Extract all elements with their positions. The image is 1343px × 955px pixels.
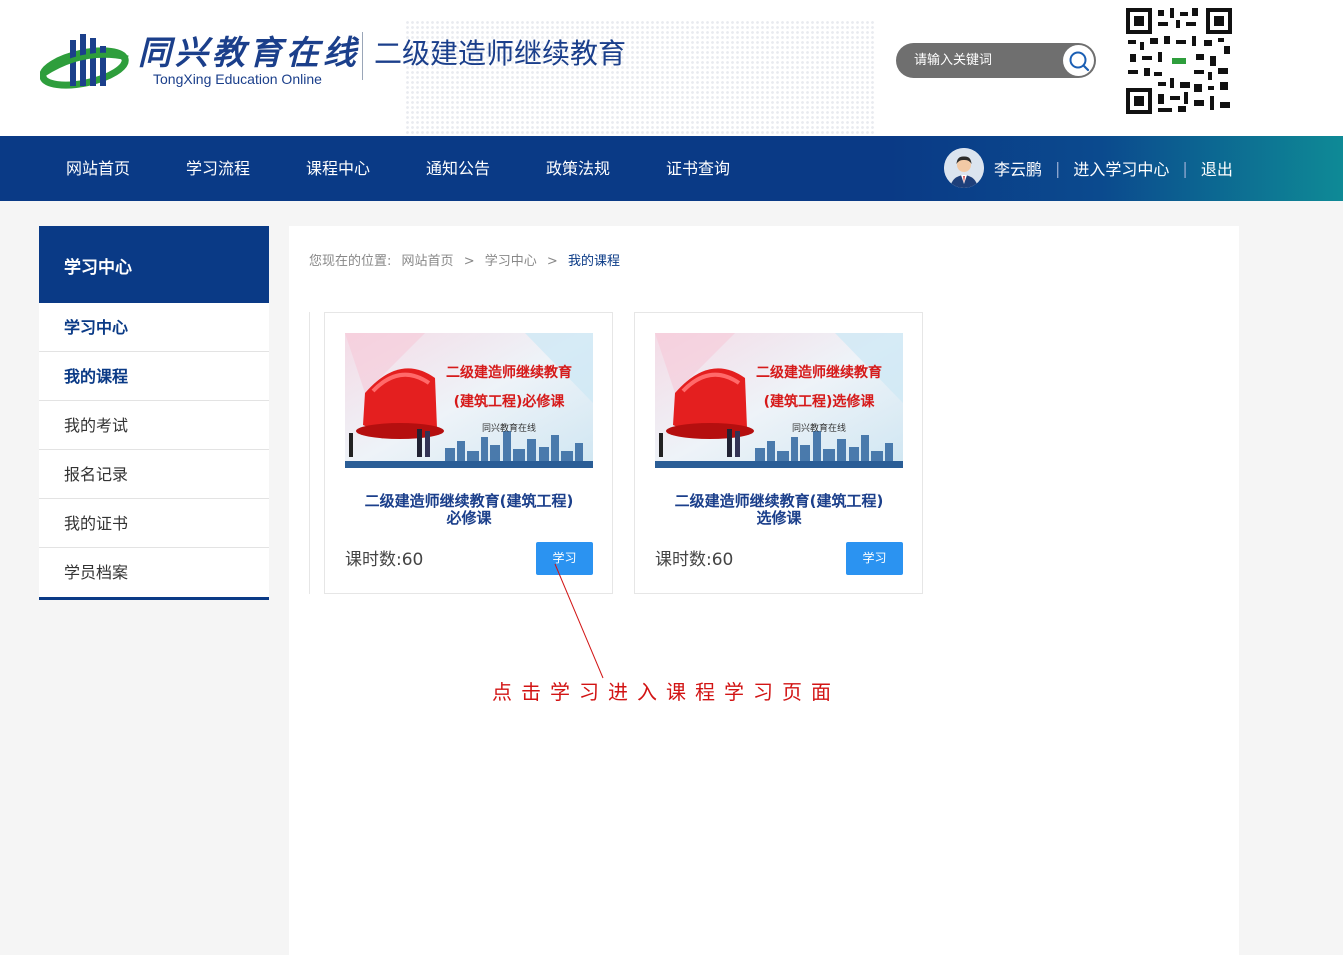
enter-learning-center-link[interactable]: 进入学习中心 [1073,156,1169,180]
nav-policies[interactable]: 政策法规 [546,136,610,201]
avatar-icon [944,148,984,188]
site-logo[interactable]: 同兴教育在线 TongXing Education Online [40,26,356,96]
nav-home[interactable]: 网站首页 [66,136,130,201]
header: 同兴教育在线 TongXing Education Online 二级建造师继续… [0,0,1343,136]
separator: | [1182,158,1188,178]
sidebar-item-learning-center[interactable]: 学习中心 [39,303,269,352]
sidebar: 学习中心 学习中心 我的课程 我的考试 报名记录 我的证书 学员档案 [39,226,269,600]
nav-study-process[interactable]: 学习流程 [186,136,250,201]
nav-notices[interactable]: 通知公告 [426,136,490,201]
main-nav: 网站首页 学习流程 课程中心 通知公告 政策法规 证书查询 李云鹏 | 进入学习… [0,136,1343,201]
user-area: 李云鹏 | 进入学习中心 | 退出 [944,148,1233,188]
sidebar-item-registration-records[interactable]: 报名记录 [39,450,269,499]
logo-english-name: TongXing Education Online [153,71,322,87]
main-content: 您现在的位置: 网站首页 > 学习中心 > 我的课程 二级建造师继续教育 (建筑… [289,226,1239,955]
search-icon [1069,51,1089,71]
logo-mark-icon [40,34,129,89]
sidebar-item-student-profile[interactable]: 学员档案 [39,548,269,597]
logo-chinese-name: 同兴教育在线 [138,33,360,72]
nav-certificate-query[interactable]: 证书查询 [666,136,730,201]
user-avatar[interactable] [944,148,984,188]
search-input[interactable] [914,50,1054,71]
sidebar-item-my-exams[interactable]: 我的考试 [39,401,269,450]
nav-course-center[interactable]: 课程中心 [306,136,370,201]
search-button[interactable] [1063,45,1094,76]
sidebar-title: 学习中心 [39,226,269,303]
logout-link[interactable]: 退出 [1201,156,1233,180]
separator: | [1055,158,1061,178]
user-name[interactable]: 李云鹏 [994,156,1042,180]
search-box [896,43,1096,78]
sidebar-item-my-courses[interactable]: 我的课程 [39,352,269,401]
qr-code-icon [1124,6,1234,116]
annotation-arrow [554,563,604,679]
site-title: 二级建造师继续教育 [374,37,627,70]
logo-divider [362,32,363,80]
sidebar-item-my-certificates[interactable]: 我的证书 [39,499,269,548]
annotation-text: 点击学习进入课程学习页面 [492,680,840,704]
